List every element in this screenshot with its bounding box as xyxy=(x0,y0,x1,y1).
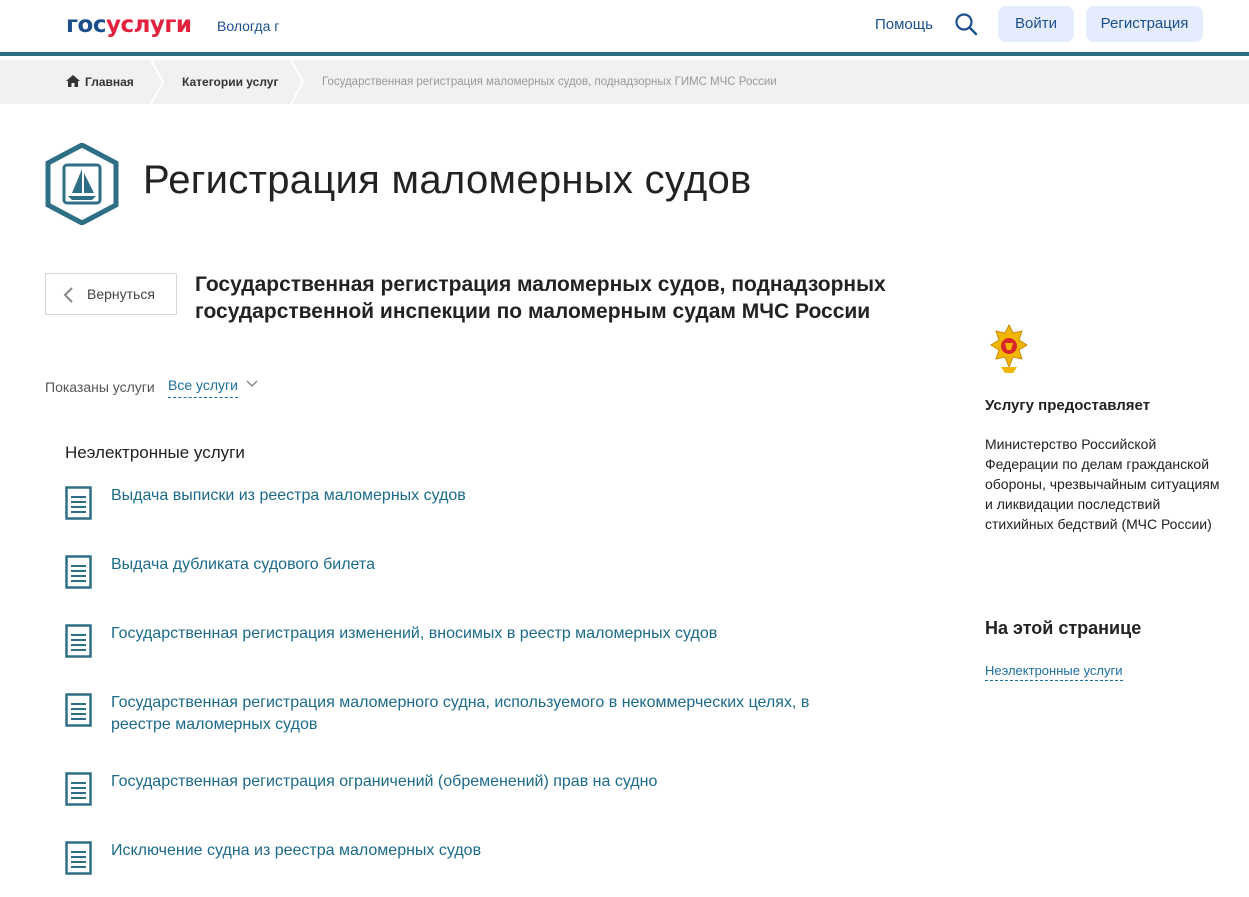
document-icon xyxy=(65,772,92,806)
top-header: госуслуги Вологда г Помощь Войти Регистр… xyxy=(0,0,1249,56)
document-icon xyxy=(65,486,92,520)
service-title: Государственная регистрация маломерных с… xyxy=(195,273,886,323)
breadcrumb-current: Государственная регистрация маломерных с… xyxy=(322,76,777,88)
document-icon xyxy=(65,624,92,658)
onpage-title: На этой странице xyxy=(985,618,1142,638)
document-icon xyxy=(65,841,92,875)
service-link[interactable]: Исключение судна из реестра маломерных с… xyxy=(111,840,851,862)
back-button[interactable]: Вернуться xyxy=(45,273,177,315)
chevron-down-icon[interactable] xyxy=(246,380,258,388)
service-link[interactable]: Выдача выписки из реестра маломерных суд… xyxy=(111,485,851,507)
logo-part-2: услуги xyxy=(105,12,192,38)
filter-label: Показаны услуги xyxy=(45,379,155,395)
breadcrumb: Главная Категории услуг Государственная … xyxy=(0,60,1249,104)
service-link[interactable]: Государственная регистрация ограничений … xyxy=(111,771,851,793)
home-icon xyxy=(66,75,80,87)
login-button[interactable]: Войти xyxy=(998,6,1074,42)
logo-part-1: гос xyxy=(66,12,106,38)
document-icon xyxy=(65,693,92,727)
page-title: Регистрация маломерных судов xyxy=(143,158,752,202)
section-title-nonelectronic: Неэлектронные услуги xyxy=(65,443,245,462)
document-icon xyxy=(65,555,92,589)
service-link[interactable]: Выдача дубликата судового билета xyxy=(111,554,851,576)
help-link[interactable]: Помощь xyxy=(875,16,933,34)
service-link[interactable]: Государственная регистрация маломерного … xyxy=(111,692,851,736)
search-icon[interactable] xyxy=(954,12,978,36)
filter-dropdown[interactable]: Все услуги xyxy=(168,376,238,398)
breadcrumb-categories[interactable]: Категории услуг xyxy=(182,60,278,104)
breadcrumb-separator xyxy=(290,60,304,104)
breadcrumb-home[interactable]: Главная xyxy=(66,60,134,104)
onpage-link-nonelectronic[interactable]: Неэлектронные услуги xyxy=(985,662,1123,681)
chevron-left-icon xyxy=(63,287,73,303)
gosuslugi-logo[interactable]: госуслуги xyxy=(66,11,192,39)
provider-text: Министерство Российской Федерации по дел… xyxy=(985,436,1220,532)
provider-title: Услугу предоставляет xyxy=(985,397,1151,414)
service-link[interactable]: Государственная регистрация изменений, в… xyxy=(111,623,851,645)
breadcrumb-home-label: Главная xyxy=(85,75,134,89)
city-selector[interactable]: Вологда г xyxy=(217,17,279,35)
breadcrumb-separator xyxy=(150,60,164,104)
back-button-label: Вернуться xyxy=(87,286,155,302)
boat-emblem-icon xyxy=(45,143,119,225)
register-button[interactable]: Регистрация xyxy=(1086,6,1203,42)
mchs-emblem-icon xyxy=(990,323,1028,373)
